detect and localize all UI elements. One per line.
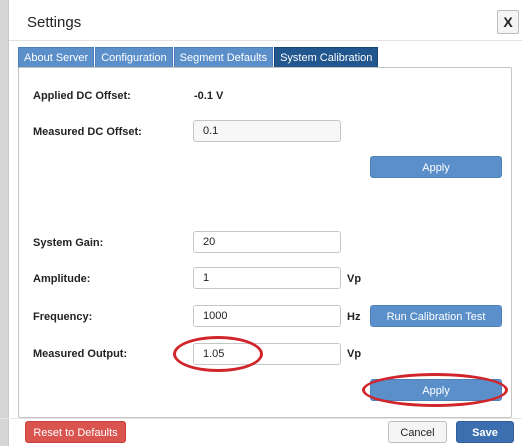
title-divider (9, 40, 522, 41)
applied-dc-offset-value: -0.1 V (194, 90, 224, 102)
system-gain-field[interactable] (193, 231, 341, 253)
run-calibration-test-button[interactable]: Run Calibration Test (370, 305, 502, 327)
amplitude-label: Amplitude: (33, 273, 91, 285)
measured-dc-offset-field[interactable] (193, 120, 341, 142)
measured-output-field[interactable] (193, 343, 341, 365)
settings-tabs: About Server Configuration Segment Defau… (18, 47, 379, 68)
amplitude-unit: Vp (347, 273, 362, 285)
tab-segment-defaults[interactable]: Segment Defaults (173, 47, 274, 68)
cancel-button[interactable]: Cancel (388, 421, 447, 443)
close-icon[interactable]: X (497, 10, 519, 34)
save-button[interactable]: Save (456, 421, 514, 443)
apply-offset-button[interactable]: Apply (370, 156, 502, 178)
frequency-label: Frequency: (33, 311, 93, 323)
applied-dc-offset-label: Applied DC Offset: (33, 90, 131, 102)
apply-output-button[interactable]: Apply (370, 379, 502, 401)
tab-configuration[interactable]: Configuration (95, 47, 173, 68)
reset-to-defaults-button[interactable]: Reset to Defaults (25, 421, 126, 443)
amplitude-field[interactable] (193, 267, 341, 289)
measured-dc-offset-label: Measured DC Offset: (33, 126, 142, 138)
frequency-field[interactable] (193, 305, 341, 327)
measured-output-label: Measured Output: (33, 348, 128, 360)
system-gain-label: System Gain: (33, 237, 104, 249)
footer-divider (0, 418, 522, 419)
measured-output-unit: Vp (347, 348, 362, 360)
tab-system-calibration[interactable]: System Calibration (274, 47, 379, 68)
tab-about-server[interactable]: About Server (18, 47, 95, 68)
frequency-unit: Hz (347, 311, 361, 323)
dialog-title: Settings (27, 14, 82, 31)
